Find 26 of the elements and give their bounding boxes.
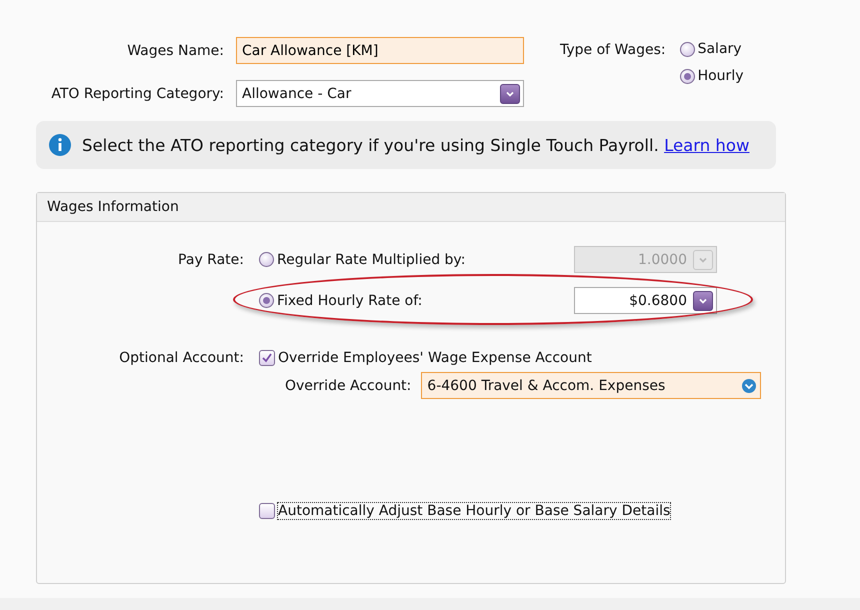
field-label: ATO Reporting Category: <box>50 86 224 102</box>
checkbox[interactable] <box>259 503 275 519</box>
field-label: Optional Account: <box>118 350 244 366</box>
field-label: Type of Wages: <box>560 42 666 58</box>
rate-field: 1.0000 <box>574 246 717 273</box>
checkbox-label[interactable]: Automatically Adjust Base Hourly or Base Salary Details <box>278 503 670 519</box>
radio-label[interactable]: Fixed Hourly Rate of: <box>277 292 422 308</box>
panel-title: Wages Information <box>37 193 785 222</box>
radio-button[interactable] <box>259 293 274 308</box>
wages-name-field[interactable]: Car Allowance [KM] <box>236 37 524 64</box>
radio-button[interactable] <box>680 68 695 84</box>
field-label: Pay Rate: <box>177 252 244 268</box>
checkbox-label[interactable]: Override Employees' Wage Expense Account <box>278 350 592 366</box>
info-icon <box>48 133 72 157</box>
radio-label[interactable]: Salary <box>698 41 742 57</box>
radio-button[interactable] <box>680 42 695 56</box>
field-label: Wages Name: <box>126 42 224 58</box>
account-dropdown[interactable]: 6-4600 Travel & Accom. Expenses <box>421 372 762 399</box>
learn-how-link[interactable]: Learn how <box>664 136 750 154</box>
field-label: Override Account: <box>285 378 412 394</box>
category-dropdown[interactable]: Allowance - Car <box>236 80 524 107</box>
checkbox[interactable] <box>259 350 275 366</box>
rate-field[interactable]: $0.6800 <box>574 287 717 314</box>
radio-label[interactable]: Hourly <box>698 68 744 84</box>
info-message: Select the ATO reporting category if you're using Single Touch Payroll. Learn how <box>82 136 750 154</box>
chevron-icon <box>741 378 758 394</box>
